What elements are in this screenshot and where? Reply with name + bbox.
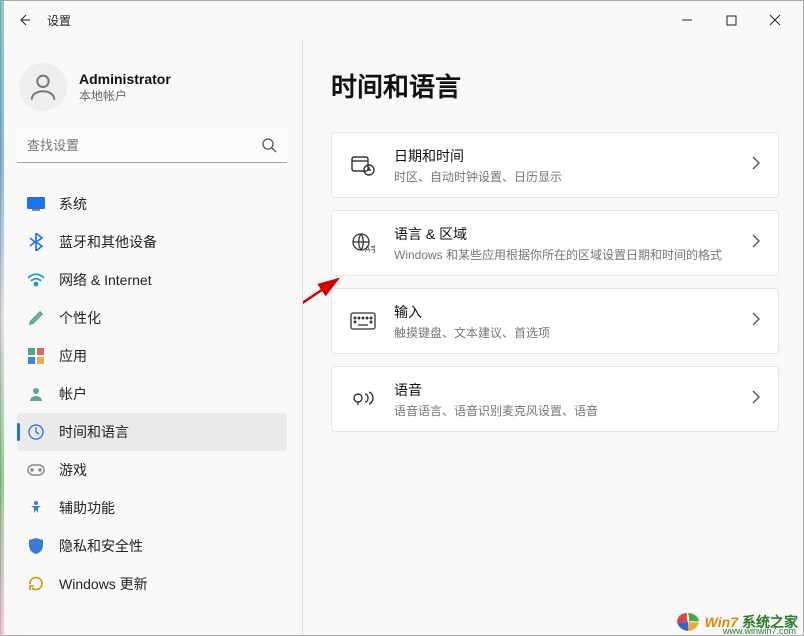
sidebar-item-personalization[interactable]: 个性化 <box>17 299 287 337</box>
arrow-left-icon <box>16 12 32 28</box>
sidebar-item-accessibility[interactable]: 辅助功能 <box>17 489 287 527</box>
sidebar-item-label: 帐户 <box>59 384 87 404</box>
page-title: 时间和语言 <box>331 67 779 104</box>
sidebar-item-label: 蓝牙和其他设备 <box>59 232 157 252</box>
sidebar-item-gaming[interactable]: 游戏 <box>17 451 287 489</box>
user-subtitle: 本地帐户 <box>79 87 171 104</box>
clock-globe-icon <box>27 423 45 441</box>
nav-list: 系统 蓝牙和其他设备 网络 & Internet 个性化 应用 <box>17 185 287 635</box>
card-title: 语音 <box>394 380 752 400</box>
sidebar-item-system[interactable]: 系统 <box>17 185 287 223</box>
sidebar-item-label: 辅助功能 <box>59 498 115 518</box>
sidebar-item-privacy[interactable]: 隐私和安全性 <box>17 527 287 565</box>
card-desc: 触摸键盘、文本建议、首选项 <box>394 324 752 341</box>
windows-logo-icon <box>675 610 701 634</box>
sidebar-item-network[interactable]: 网络 & Internet <box>17 261 287 299</box>
user-profile[interactable]: Administrator 本地帐户 <box>19 63 287 111</box>
card-input[interactable]: 输入 触摸键盘、文本建议、首选项 <box>331 288 779 354</box>
card-title: 输入 <box>394 302 752 322</box>
chevron-right-icon <box>752 390 760 409</box>
user-icon <box>26 70 60 104</box>
card-title: 日期和时间 <box>394 146 752 166</box>
account-icon <box>27 385 45 403</box>
window-title: 设置 <box>47 12 71 29</box>
speech-icon <box>350 386 376 412</box>
card-title: 语言 & 区域 <box>394 224 752 244</box>
sidebar-item-label: 个性化 <box>59 308 101 328</box>
search-box[interactable] <box>17 129 287 163</box>
sidebar-item-accounts[interactable]: 帐户 <box>17 375 287 413</box>
accessibility-icon <box>27 499 45 517</box>
chevron-right-icon <box>752 156 760 175</box>
titlebar: 设置 <box>1 1 803 39</box>
maximize-icon <box>726 15 737 26</box>
card-desc: 时区、自动时钟设置、日历显示 <box>394 168 752 185</box>
calendar-clock-icon <box>350 152 376 178</box>
card-language-region[interactable]: A字 语言 & 区域 Windows 和某些应用根据你所在的区域设置日期和时间的… <box>331 210 779 276</box>
avatar <box>19 63 67 111</box>
sidebar-item-label: 时间和语言 <box>59 422 129 442</box>
card-speech[interactable]: 语音 语音语言、语音识别麦克风设置、语音 <box>331 366 779 432</box>
sidebar-item-label: 游戏 <box>59 460 87 480</box>
sidebar-item-label: 隐私和安全性 <box>59 536 143 556</box>
close-button[interactable] <box>753 5 797 35</box>
sidebar-item-label: 系统 <box>59 194 87 214</box>
chevron-right-icon <box>752 234 760 253</box>
main-content: 时间和语言 日期和时间 时区、自动时钟设置、日历显示 A字 语言 & 区域 Wi… <box>303 39 803 635</box>
bluetooth-icon <box>27 233 45 251</box>
sidebar-item-windows-update[interactable]: Windows 更新 <box>17 565 287 603</box>
sidebar: Administrator 本地帐户 系统 蓝牙和其他设备 <box>1 39 303 635</box>
watermark: Win7系统之家 www.winwin7.com <box>675 610 798 634</box>
back-button[interactable] <box>7 3 41 37</box>
gaming-icon <box>27 461 45 479</box>
close-icon <box>769 14 781 26</box>
card-desc: 语音语言、语音识别麦克风设置、语音 <box>394 402 752 419</box>
sidebar-item-bluetooth[interactable]: 蓝牙和其他设备 <box>17 223 287 261</box>
update-icon <box>27 575 45 593</box>
maximize-button[interactable] <box>709 5 753 35</box>
search-input[interactable] <box>17 129 287 163</box>
search-icon <box>261 137 277 158</box>
keyboard-icon <box>350 308 376 334</box>
user-name: Administrator <box>79 71 171 87</box>
minimize-button[interactable] <box>665 5 709 35</box>
svg-text:A字: A字 <box>365 244 375 254</box>
sidebar-item-apps[interactable]: 应用 <box>17 337 287 375</box>
sidebar-item-label: Windows 更新 <box>59 574 148 594</box>
sidebar-item-label: 网络 & Internet <box>59 270 152 290</box>
card-date-time[interactable]: 日期和时间 时区、自动时钟设置、日历显示 <box>331 132 779 198</box>
globe-language-icon: A字 <box>350 230 376 256</box>
card-desc: Windows 和某些应用根据你所在的区域设置日期和时间的格式 <box>394 246 752 263</box>
wifi-icon <box>27 271 45 289</box>
chevron-right-icon <box>752 312 760 331</box>
minimize-icon <box>681 14 693 26</box>
system-icon <box>27 195 45 213</box>
shield-icon <box>27 537 45 555</box>
apps-icon <box>27 347 45 365</box>
sidebar-item-time-language[interactable]: 时间和语言 <box>17 413 287 451</box>
brush-icon <box>27 309 45 327</box>
sidebar-item-label: 应用 <box>59 346 87 366</box>
